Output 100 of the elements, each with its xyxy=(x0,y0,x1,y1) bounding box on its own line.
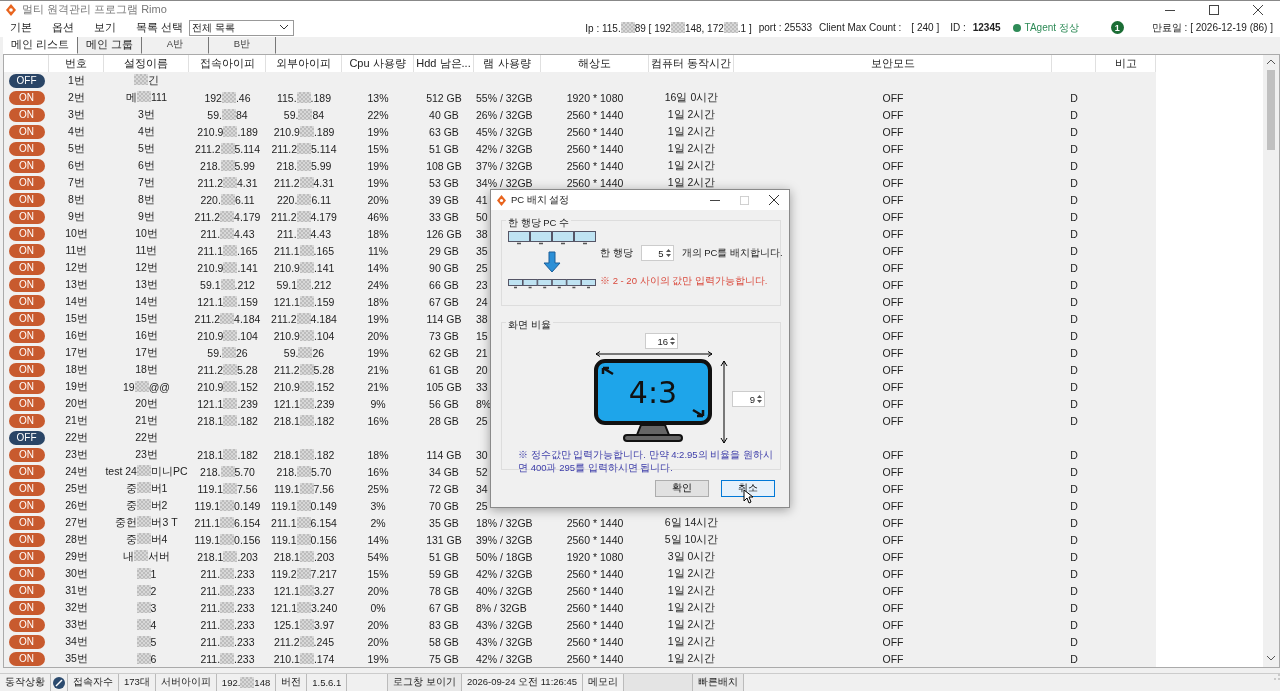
menu-item[interactable]: 옵션 xyxy=(52,20,74,35)
table-cell: 211.2 5.28 xyxy=(274,363,334,376)
status-button[interactable]: ON xyxy=(8,277,45,292)
status-button[interactable]: ON xyxy=(8,566,45,581)
column-header[interactable]: 보안모드 xyxy=(734,55,1052,73)
table-cell: 43% / 32GB xyxy=(476,635,533,648)
menu-item[interactable]: 보기 xyxy=(94,20,116,35)
status-button[interactable]: ON xyxy=(8,328,45,343)
column-header[interactable]: 설정이름 xyxy=(104,55,189,73)
table-cell: 24번 xyxy=(65,464,88,479)
table-cell: 15번 xyxy=(135,311,158,326)
status-button[interactable]: 빠른배치 xyxy=(693,674,745,691)
menu-item[interactable]: 기본 xyxy=(10,20,32,35)
table-cell: 45% / 32GB xyxy=(476,125,533,138)
column-header[interactable]: 접속아이피 xyxy=(189,55,266,73)
status-button[interactable]: ON xyxy=(8,209,45,224)
table-cell: OFF xyxy=(882,108,904,121)
vertical-scrollbar[interactable] xyxy=(1263,55,1279,668)
status-button[interactable]: ON xyxy=(8,515,45,530)
status-button[interactable]: ON xyxy=(8,260,45,275)
table-cell: D xyxy=(1070,499,1078,512)
notification-badge[interactable]: 1 xyxy=(1110,21,1124,35)
list-select-dropdown[interactable]: 전체 목록 xyxy=(188,19,294,36)
column-header[interactable]: 외부아이피 xyxy=(266,55,342,73)
table-cell: OFF xyxy=(882,635,904,648)
table-cell: 10번 xyxy=(65,226,88,241)
status-button[interactable]: ON xyxy=(8,532,45,547)
status-button[interactable]: ON xyxy=(8,617,45,632)
maximize-icon[interactable] xyxy=(1209,4,1219,15)
status-button[interactable]: ON xyxy=(8,243,45,258)
status-button[interactable]: ON xyxy=(8,600,45,615)
status-button[interactable]: OFF xyxy=(8,73,45,88)
status-text: 173대 xyxy=(119,674,156,691)
status-button[interactable]: ON xyxy=(8,447,45,462)
status-button[interactable]: ON xyxy=(8,107,45,122)
spinner-arrows-icon[interactable] xyxy=(664,247,672,259)
table-cell: 25% xyxy=(367,482,389,495)
status-button[interactable]: OFF xyxy=(8,430,45,445)
resize-grip-icon xyxy=(1274,674,1280,681)
status-button[interactable]: ON xyxy=(8,345,45,360)
table-cell: 210.9 .104 xyxy=(197,329,258,342)
status-button[interactable]: ON xyxy=(8,158,45,173)
table-cell: 211.2 5.114 xyxy=(195,142,260,155)
column-header[interactable]: 해상도 xyxy=(541,55,649,73)
status-button[interactable]: ON xyxy=(8,549,45,564)
table-cell: OFF xyxy=(882,142,904,155)
close-icon[interactable] xyxy=(769,195,779,205)
status-button[interactable]: ON xyxy=(8,481,45,496)
status-button[interactable]: ON xyxy=(8,464,45,479)
spinner-arrows-icon[interactable] xyxy=(669,335,676,347)
table-cell: 218.1 .182 xyxy=(273,448,335,461)
scrollbar-thumb[interactable] xyxy=(1267,70,1275,151)
table-cell: 2560 * 1440 xyxy=(566,159,624,172)
dialog-button[interactable]: 취소 xyxy=(721,480,775,497)
table-cell: 20% xyxy=(367,635,389,648)
status-button[interactable]: ON xyxy=(8,634,45,649)
table-cell: 22번 xyxy=(65,430,88,445)
close-icon[interactable] xyxy=(1253,4,1263,15)
status-button[interactable]: ON xyxy=(8,311,45,326)
table-cell: 218.1 .182 xyxy=(197,414,258,427)
table-cell: OFF xyxy=(882,227,904,240)
number-spinner[interactable]: 5 xyxy=(640,245,674,261)
table-cell: 32번 xyxy=(65,600,88,615)
spinner-arrows-icon[interactable] xyxy=(756,393,763,405)
status-button[interactable]: ON xyxy=(8,124,45,139)
column-header[interactable]: 컴퓨터 동작시간 xyxy=(649,55,734,73)
column-header[interactable]: Cpu 사용량 xyxy=(342,55,414,73)
dialog-button[interactable]: 확인 xyxy=(655,480,709,497)
number-spinner[interactable]: 16 xyxy=(645,333,678,349)
number-spinner[interactable]: 9 xyxy=(732,391,765,407)
dialog-title: PC 배치 설정 xyxy=(511,193,570,207)
status-button[interactable]: ON xyxy=(8,413,45,428)
table-cell: 5번 xyxy=(68,141,85,156)
status-button[interactable]: ON xyxy=(8,379,45,394)
scroll-up-icon[interactable] xyxy=(1267,59,1275,65)
table-cell: 192 .46 xyxy=(204,91,251,104)
column-header[interactable]: Hdd 남은... xyxy=(414,55,474,73)
status-button[interactable]: ON xyxy=(8,90,45,105)
column-header[interactable]: 번호 xyxy=(49,55,104,73)
table-cell: 73 GB xyxy=(429,329,459,342)
status-button[interactable]: ON xyxy=(8,583,45,598)
table-cell: 2% xyxy=(370,516,386,529)
status-button[interactable]: ON xyxy=(8,141,45,156)
status-button[interactable]: ON xyxy=(8,498,45,513)
scroll-down-icon[interactable] xyxy=(1267,656,1275,662)
status-button[interactable]: ON xyxy=(8,294,45,309)
status-button[interactable]: ON xyxy=(8,396,45,411)
table-cell: 16일 0시간 xyxy=(664,90,719,105)
status-button[interactable]: ON xyxy=(8,192,45,207)
table-cell: 42% / 32GB xyxy=(476,142,533,155)
table-cell: 21 xyxy=(476,346,488,359)
status-button[interactable]: ON xyxy=(8,362,45,377)
table-cell: 11번 xyxy=(135,243,158,258)
status-button[interactable]: ON xyxy=(8,175,45,190)
status-button[interactable]: ON xyxy=(8,651,45,666)
column-header[interactable]: 램 사용량 xyxy=(474,55,541,73)
status-button[interactable]: ON xyxy=(8,226,45,241)
status-button[interactable]: 로그창 보이기 xyxy=(388,674,462,691)
table-cell: 105 GB xyxy=(426,380,462,393)
table-cell: D xyxy=(1070,482,1078,495)
